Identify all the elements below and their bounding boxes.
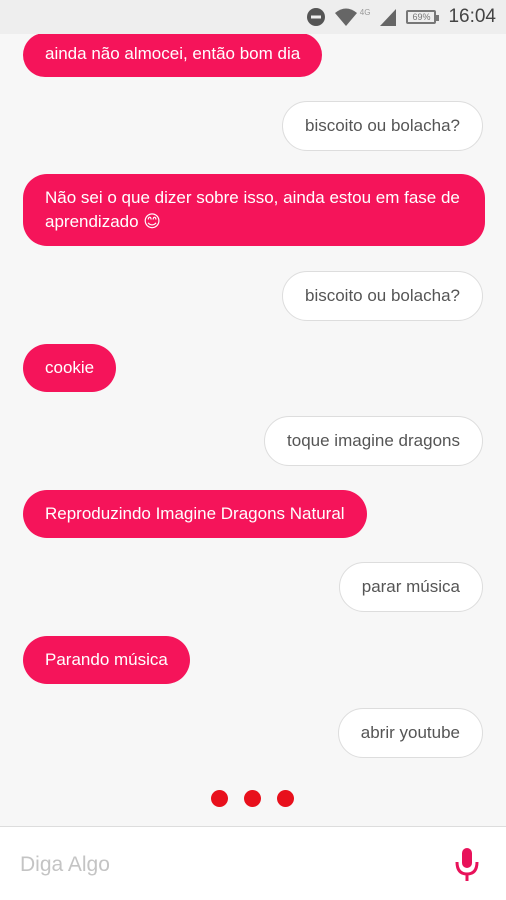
typing-indicator [211,790,294,807]
battery-level: 69% [412,12,431,22]
message-text: biscoito ou bolacha? [304,286,460,305]
message-text: biscoito ou bolacha? [304,116,460,135]
status-time: 16:04 [448,6,496,27]
message-text: toque imagine dragons [287,431,460,450]
wifi-icon [334,8,357,26]
user-message: biscoito ou bolacha? [281,101,483,151]
typing-dot [211,790,228,807]
chat-area[interactable]: ainda não almocei, então bom dia biscoit… [0,34,506,824]
message-text: parar música [361,577,460,596]
network-type-label: 4G [359,7,371,17]
bot-message: ainda não almocei, então bom dia [23,34,323,77]
bot-message: Reproduzindo Imagine Dragons Natural [23,490,367,538]
battery-icon: 69% [406,10,440,24]
do-not-disturb-icon [306,8,325,26]
status-bar: 4G 69% 16:04 [0,0,506,34]
status-icons: 4G 69% 16:04 [306,6,496,28]
user-message: toque imagine dragons [264,416,483,466]
message-text: Reproduzindo Imagine Dragons Natural [45,504,345,523]
message-text: abrir youtube [360,723,460,742]
message-input-bar [0,826,506,900]
bot-message: cookie [23,344,117,392]
microphone-icon[interactable] [452,847,482,883]
typing-dot [244,790,261,807]
message-text: Parando música [45,650,168,669]
message-input[interactable] [18,849,422,881]
signal-icon [380,9,397,26]
bot-message: Parando música [23,636,190,684]
user-message: parar música [338,562,483,612]
bot-message: Não sei o que dizer sobre isso, ainda es… [23,174,485,246]
message-text: cookie [45,358,95,377]
typing-dot [277,790,294,807]
message-text: Não sei o que dizer sobre isso, ainda es… [45,188,460,231]
user-message: abrir youtube [337,708,483,758]
message-text: ainda não almocei, então bom dia [45,44,301,63]
user-message: biscoito ou bolacha? [281,271,483,321]
